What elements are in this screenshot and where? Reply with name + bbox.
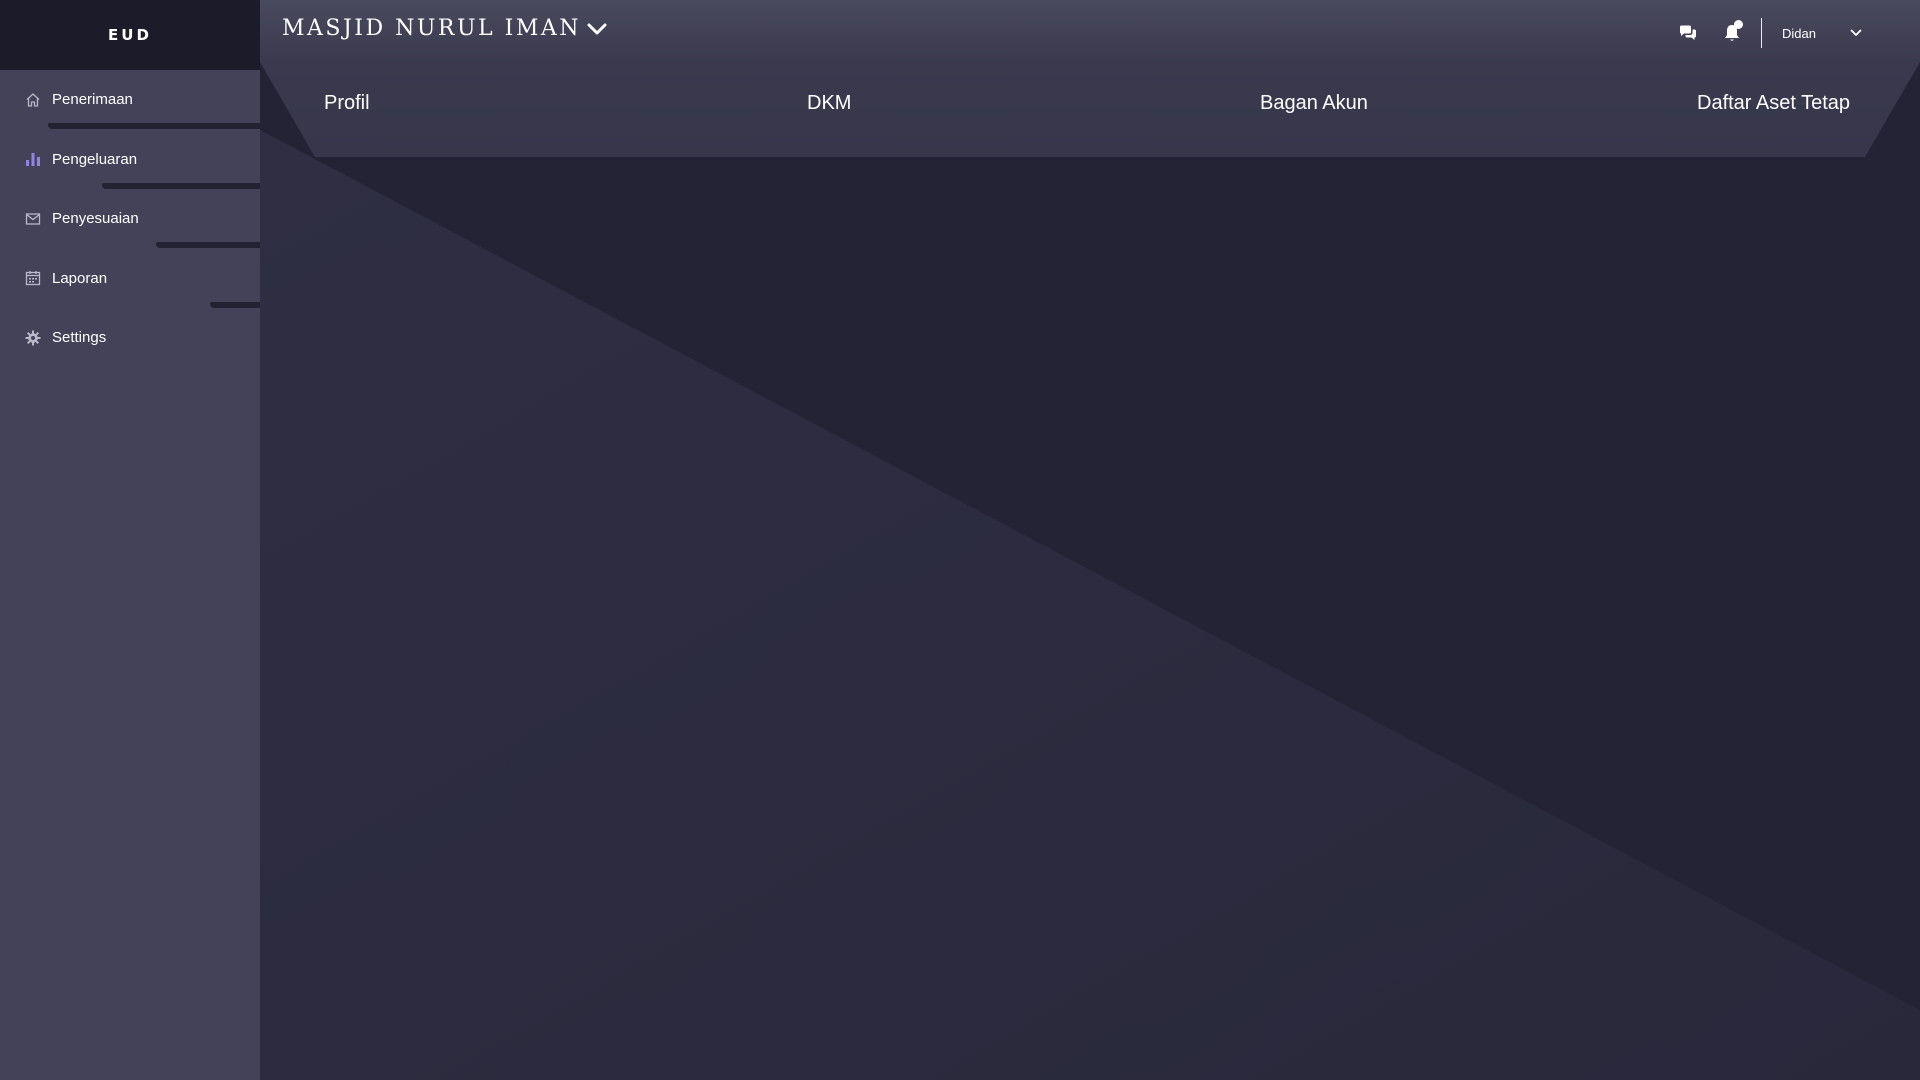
sidebar-item-label: Laporan	[52, 269, 108, 287]
sidebar-item-penerimaan[interactable]: Penerimaan	[0, 70, 260, 130]
sidebar: EUD Penerimaan Pengeluaran Penyesuaian L…	[0, 0, 260, 1080]
sidebar-item-settings[interactable]: Settings	[0, 308, 260, 368]
chat-icon[interactable]	[1673, 18, 1703, 48]
app-title-dropdown[interactable]: MASJID NURUL IMAN	[282, 16, 607, 41]
sidebar-divider	[48, 123, 260, 129]
background-decoration	[260, 0, 1920, 1080]
sidebar-item-label: Pengeluaran	[52, 150, 138, 168]
sidebar-item-label: Penyesuaian	[52, 210, 139, 228]
top-bar: MASJID NURUL IMAN Didan	[260, 0, 1920, 62]
user-menu[interactable]: Didan	[1782, 24, 1862, 42]
sidebar-item-label: Settings	[52, 329, 107, 347]
chevron-down-icon	[1850, 24, 1862, 42]
user-name: Didan	[1782, 25, 1816, 41]
gear-icon	[24, 329, 42, 347]
calendar-icon	[24, 269, 42, 287]
notification-badge	[1734, 20, 1743, 29]
chevron-down-icon	[587, 22, 607, 36]
home-icon	[24, 91, 42, 109]
sidebar-divider	[156, 242, 260, 248]
tabs: Profil DKM Bagan Akun Daftar Aset Tetap	[260, 62, 1920, 157]
app-title: MASJID NURUL IMAN	[282, 16, 581, 41]
tab-bar: Profil DKM Bagan Akun Daftar Aset Tetap	[260, 62, 1920, 157]
tab-daftar-aset-tetap[interactable]: Daftar Aset Tetap	[1697, 92, 1850, 115]
bell-icon[interactable]	[1717, 18, 1747, 48]
sidebar-item-laporan[interactable]: Laporan	[0, 249, 260, 309]
tab-profil[interactable]: Profil	[324, 92, 370, 115]
brand-logo[interactable]: EUD	[0, 0, 260, 70]
mail-icon	[24, 210, 42, 228]
top-actions: Didan	[1659, 18, 1862, 48]
bar-chart-icon	[24, 150, 42, 168]
header-divider	[1761, 18, 1762, 48]
sidebar-item-pengeluaran[interactable]: Pengeluaran	[0, 130, 260, 190]
sidebar-item-penyesuaian[interactable]: Penyesuaian	[0, 189, 260, 249]
tab-bagan-akun[interactable]: Bagan Akun	[1260, 92, 1368, 115]
tab-dkm[interactable]: DKM	[807, 92, 851, 115]
sidebar-item-label: Penerimaan	[52, 91, 133, 109]
main-content: MASJID NURUL IMAN Didan Profil DKM Bagan…	[260, 0, 1920, 1080]
sidebar-nav: Penerimaan Pengeluaran Penyesuaian Lapor…	[0, 70, 260, 368]
